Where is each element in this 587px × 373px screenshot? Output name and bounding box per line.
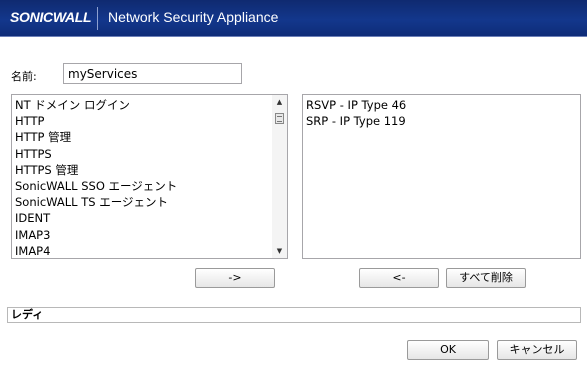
remove-all-button[interactable]: すべて削除 xyxy=(446,268,526,288)
list-scrollbar[interactable]: ▲ ▼ xyxy=(272,95,287,258)
status-text: レディ xyxy=(11,308,44,321)
sonicwall-logo: SONICWALL xyxy=(10,9,92,25)
remove-button[interactable]: <- xyxy=(359,268,439,288)
scroll-down-icon[interactable]: ▼ xyxy=(272,244,287,258)
add-button[interactable]: -> xyxy=(195,268,275,288)
available-services-list[interactable]: NT ドメイン ログイン HTTP HTTP 管理 HTTPS HTTPS 管理… xyxy=(11,94,288,259)
list-item[interactable]: SonicWALL SSO エージェント xyxy=(15,178,287,194)
list-item[interactable]: NT ドメイン ログイン xyxy=(15,97,287,113)
scroll-thumb[interactable] xyxy=(275,113,284,124)
selected-services-list[interactable]: RSVP - IP Type 46 SRP - IP Type 119 xyxy=(302,94,581,259)
name-label: 名前: xyxy=(11,70,37,83)
list-item[interactable]: IMAP3 xyxy=(15,227,287,243)
list-item[interactable]: SRP - IP Type 119 xyxy=(306,113,580,129)
header-divider xyxy=(97,7,98,30)
list-item[interactable]: IMAP4 xyxy=(15,243,287,258)
title-bar: SONICWALL Network Security Appliance xyxy=(0,0,587,37)
list-item[interactable]: SonicWALL TS エージェント xyxy=(15,194,287,210)
cancel-button[interactable]: キャンセル xyxy=(497,340,577,360)
app-title: Network Security Appliance xyxy=(108,9,279,25)
name-input[interactable] xyxy=(63,63,242,84)
ok-button[interactable]: OK xyxy=(407,340,489,360)
list-item[interactable]: RSVP - IP Type 46 xyxy=(306,97,580,113)
list-item[interactable]: HTTP 管理 xyxy=(15,129,287,145)
list-item[interactable]: IDENT xyxy=(15,210,287,226)
list-item[interactable]: HTTPS 管理 xyxy=(15,162,287,178)
scroll-up-icon[interactable]: ▲ xyxy=(272,95,287,109)
status-bar: レディ xyxy=(7,307,581,323)
list-item[interactable]: HTTP xyxy=(15,113,287,129)
list-item[interactable]: HTTPS xyxy=(15,146,287,162)
